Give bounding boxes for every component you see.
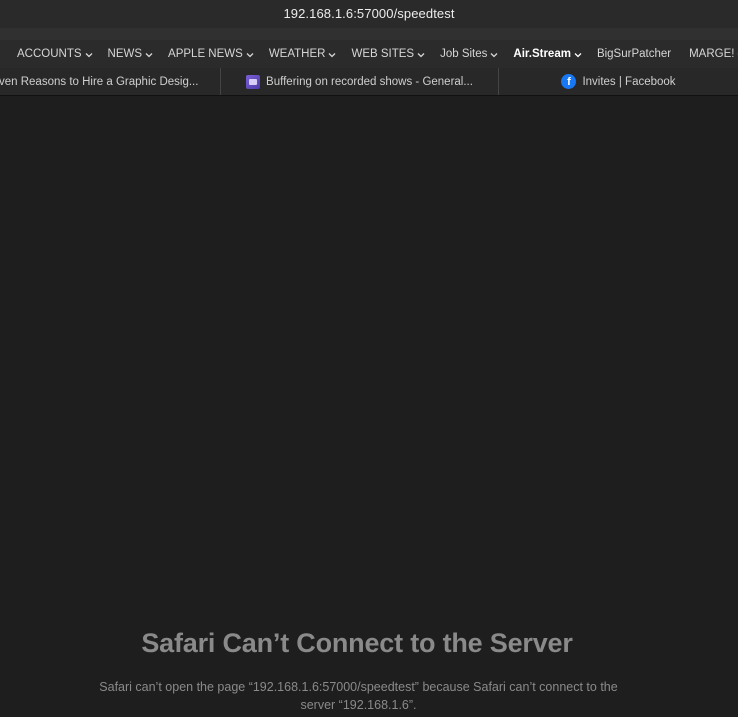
bookmark-news[interactable]: NEWS: [108, 48, 154, 60]
tab-title: Invites | Facebook: [582, 75, 676, 88]
error-title: Safari Can’t Connect to the Server: [141, 628, 573, 658]
bookmark-label: WEATHER: [268, 48, 326, 60]
bookmark-label: BigSurPatcher: [596, 48, 672, 60]
chevron-down-icon: [85, 52, 92, 57]
tab-title: ven Reasons to Hire a Graphic Desig...: [0, 75, 199, 88]
facebook-icon: f: [561, 74, 577, 89]
address-url[interactable]: 192.168.1.6:57000/speedtest: [283, 6, 454, 21]
bookmark-marge[interactable]: MARGE!: [689, 48, 738, 60]
error-message: Safari can’t open the page “192.168.1.6:…: [99, 680, 618, 712]
chevron-down-icon: [417, 52, 425, 57]
tab-facebook-invites[interactable]: f Invites | Facebook: [499, 68, 738, 95]
chevron-down-icon: [329, 52, 336, 57]
bookmark-label: WEB SITES: [351, 48, 415, 60]
bookmark-label: NEWS: [107, 48, 143, 60]
bookmark-accounts[interactable]: ACCOUNTS: [17, 48, 93, 60]
tab-bar: ven Reasons to Hire a Graphic Desig... B…: [0, 68, 738, 96]
bookmarks-bar: ACCOUNTS NEWS APPLE NEWS WEATHER WEB SIT…: [0, 40, 738, 68]
bookmark-job-sites[interactable]: Job Sites: [440, 48, 498, 60]
address-bar[interactable]: 192.168.1.6:57000/speedtest: [0, 0, 738, 28]
bookmark-label: MARGE!: [689, 48, 735, 60]
bookmark-apple-news[interactable]: APPLE NEWS: [168, 48, 254, 60]
bookmark-label: Job Sites: [440, 48, 488, 60]
chevron-down-icon: [574, 52, 582, 57]
bookmark-label: ACCOUNTS: [17, 48, 82, 60]
buffer-favicon-icon: [246, 74, 261, 89]
tab-buffering[interactable]: Buffering on recorded shows - General...: [221, 68, 499, 95]
tab-title: Buffering on recorded shows - General...: [266, 75, 473, 88]
chevron-down-icon: [490, 52, 498, 57]
bookmark-air-stream[interactable]: Air.Stream: [513, 48, 582, 60]
toolbar-divider: [0, 28, 738, 40]
chevron-down-icon: [246, 52, 254, 57]
bookmark-bigsurpatcher[interactable]: BigSurPatcher: [597, 48, 671, 60]
tab-graphic-designer[interactable]: ven Reasons to Hire a Graphic Desig...: [0, 68, 221, 95]
bookmark-label: APPLE NEWS: [168, 48, 243, 60]
chevron-down-icon: [145, 52, 153, 57]
bookmark-weather[interactable]: WEATHER: [269, 48, 337, 60]
browser-window: 192.168.1.6:57000/speedtest ACCOUNTS NEW…: [0, 0, 738, 717]
bookmark-web-sites[interactable]: WEB SITES: [351, 48, 425, 60]
bookmark-label: Air.Stream: [513, 48, 571, 60]
